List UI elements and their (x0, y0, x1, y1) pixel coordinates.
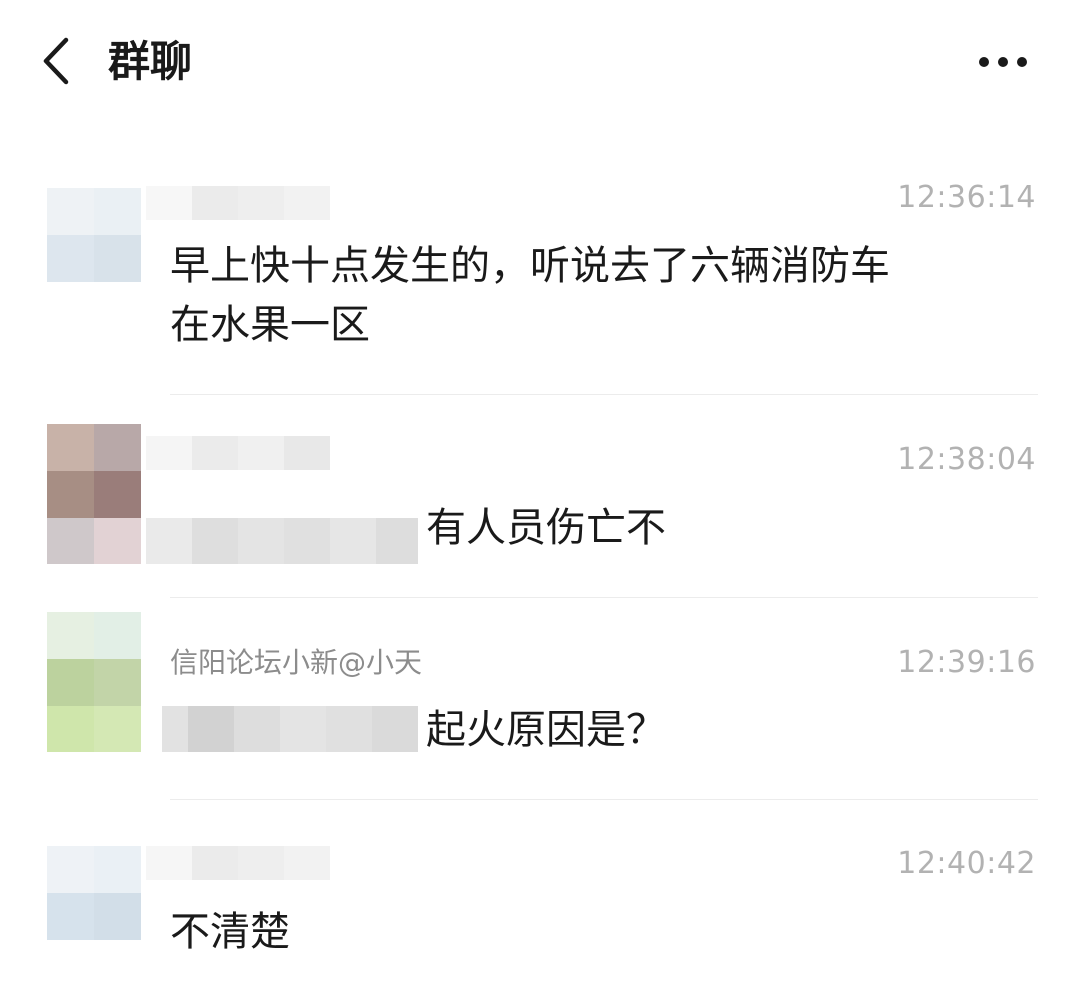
avatar[interactable] (47, 188, 141, 282)
avatar-bottom (47, 518, 141, 564)
avatar-bottom (47, 706, 141, 752)
avatar[interactable] (47, 424, 141, 518)
message-text: 起火原因是？ (426, 707, 666, 753)
sender-name-redacted (146, 846, 330, 880)
message-timestamp: 12:38:04 (897, 442, 1036, 477)
message-text: 早上快十点发生的，听说去了六辆消防车 (170, 243, 890, 289)
chevron-left-icon (43, 37, 69, 85)
more-horizontal-icon (979, 57, 1027, 67)
message-timestamp: 12:40:42 (897, 846, 1036, 881)
message-text: 在水果一区 (170, 302, 370, 348)
message-text: 有人员伤亡不 (426, 505, 666, 551)
sender-name-redacted (146, 186, 330, 220)
more-options-button[interactable] (970, 40, 1036, 84)
mention-redacted (146, 518, 418, 564)
message-text: 不清楚 (170, 909, 290, 955)
message-timestamp: 12:39:16 (897, 645, 1036, 680)
avatar[interactable] (47, 846, 141, 940)
mention-redacted (162, 706, 418, 752)
message-timestamp: 12:36:14 (897, 180, 1036, 215)
back-button[interactable] (30, 36, 80, 86)
sender-name: 信阳论坛小新@小天 (170, 646, 423, 679)
page-title: 群聊 (108, 37, 193, 86)
message-divider (170, 799, 1038, 800)
chat-header: 群聊 (0, 0, 1080, 124)
message-divider (170, 394, 1038, 395)
message-divider (170, 597, 1038, 598)
sender-name-redacted (146, 436, 330, 470)
avatar[interactable] (47, 612, 141, 706)
